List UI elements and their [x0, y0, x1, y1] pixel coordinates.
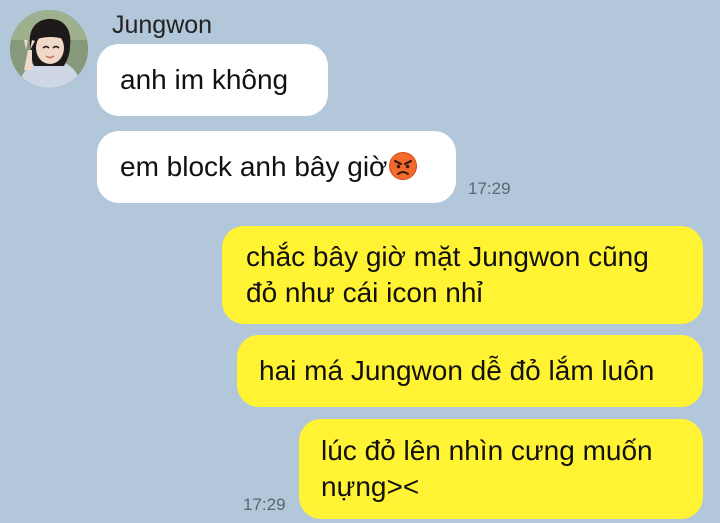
message-text: anh im không — [120, 64, 289, 95]
outgoing-message[interactable]: lúc đỏ lên nhìn cưng muốn nựng>< — [299, 419, 703, 519]
message-timestamp: 17:29 — [243, 495, 286, 514]
outgoing-message[interactable]: chắc bây giờ mặt Jungwon cũng đỏ như cái… — [222, 226, 703, 324]
incoming-message[interactable]: em block anh bây giờ — [97, 131, 456, 203]
message-text: chắc bây giờ mặt Jungwon cũng đỏ như cái… — [246, 241, 649, 308]
message-text: hai má Jungwon dễ đỏ lắm luôn — [259, 355, 655, 386]
sender-name: Jungwon — [112, 11, 213, 39]
outgoing-message[interactable]: hai má Jungwon dễ đỏ lắm luôn — [237, 335, 703, 407]
avatar[interactable] — [10, 10, 88, 88]
profile-photo-icon — [10, 10, 88, 88]
incoming-message[interactable]: anh im không — [97, 44, 328, 116]
message-timestamp: 17:29 — [468, 179, 511, 198]
message-text: em block anh bây giờ — [120, 151, 388, 182]
message-text: lúc đỏ lên nhìn cưng muốn nựng>< — [321, 435, 653, 502]
angry-face-icon — [388, 151, 418, 181]
